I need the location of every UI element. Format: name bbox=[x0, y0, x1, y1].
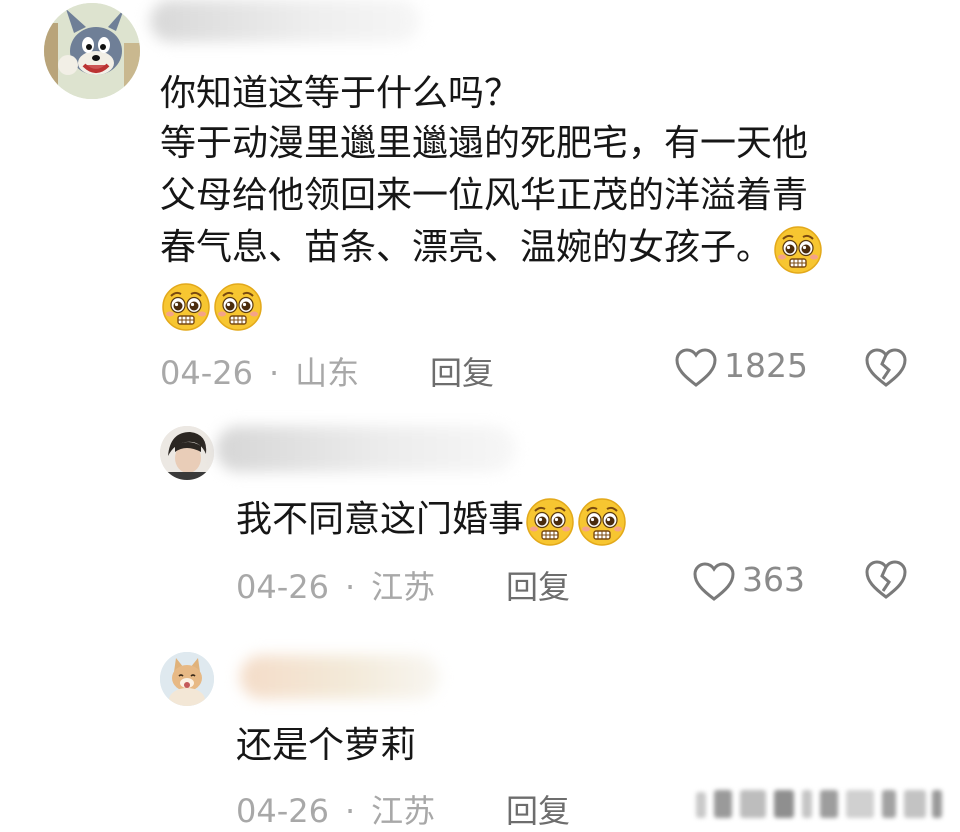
comment-meta: 04-26 · 江苏 bbox=[236, 562, 435, 608]
like-count: 1825 bbox=[724, 346, 808, 385]
comment-location: 江苏 bbox=[371, 792, 436, 830]
like-button[interactable]: 1825 bbox=[674, 346, 814, 390]
person-avatar-icon bbox=[160, 426, 214, 480]
comment-text: 春气息、苗条、漂亮、温婉的女孩子。 bbox=[160, 227, 773, 268]
tom-cat-avatar-icon bbox=[44, 3, 140, 99]
comment-text: 我不同意这门婚事 bbox=[236, 499, 525, 540]
comment-date: 04-26 bbox=[236, 568, 329, 606]
avatar[interactable] bbox=[44, 3, 140, 99]
comment-date: 04-26 bbox=[236, 792, 329, 830]
comment-text-line: 我不同意这门婚事 bbox=[236, 494, 628, 547]
pleading-face-emoji-icon bbox=[160, 280, 212, 332]
pleading-face-emoji-icon bbox=[772, 223, 824, 275]
pleading-face-emoji-icon bbox=[212, 280, 264, 332]
cat-avatar-icon bbox=[160, 652, 214, 706]
reply-button[interactable]: 回复 bbox=[506, 562, 570, 608]
comment-text-line: 春气息、苗条、漂亮、温婉的女孩子。 bbox=[160, 222, 824, 275]
username-blurred[interactable] bbox=[240, 655, 440, 699]
avatar[interactable] bbox=[160, 426, 214, 480]
like-button[interactable]: 363 bbox=[692, 560, 812, 604]
watermark-blurred bbox=[690, 786, 950, 822]
comment-text: 还是个萝莉 bbox=[236, 725, 417, 766]
comment-text-line: 父母给他领回来一位风华正茂的洋溢着青 bbox=[160, 175, 809, 216]
username-blurred[interactable] bbox=[216, 426, 516, 472]
like-count: 363 bbox=[742, 560, 805, 599]
heart-icon bbox=[675, 348, 717, 387]
comment-location: 江苏 bbox=[371, 568, 436, 606]
comment-meta: 04-26 · 江苏 bbox=[236, 786, 435, 832]
comment-text-line: 等于动漫里邋里邋遢的死肥宅，有一天他 bbox=[160, 123, 809, 164]
comment-meta: 04-26 · 山东 bbox=[160, 348, 359, 394]
meta-separator: · bbox=[268, 354, 280, 392]
broken-heart-icon[interactable] bbox=[864, 348, 908, 388]
reply-button[interactable]: 回复 bbox=[430, 348, 494, 394]
username-blurred[interactable] bbox=[150, 0, 420, 42]
comment-text-line: 你知道这等于什么吗？ bbox=[160, 73, 521, 114]
avatar[interactable] bbox=[160, 652, 214, 706]
meta-separator: · bbox=[344, 568, 356, 606]
reply-button[interactable]: 回复 bbox=[506, 786, 570, 832]
comment-location: 山东 bbox=[295, 354, 360, 392]
pleading-face-emoji-icon bbox=[576, 495, 628, 547]
meta-separator: · bbox=[344, 792, 356, 830]
comment-date: 04-26 bbox=[160, 354, 253, 392]
broken-heart-icon[interactable] bbox=[864, 560, 908, 600]
pleading-face-emoji-icon bbox=[524, 495, 576, 547]
emoji-row bbox=[160, 280, 264, 332]
heart-icon bbox=[693, 562, 735, 601]
watermark-bars-icon bbox=[696, 790, 942, 818]
